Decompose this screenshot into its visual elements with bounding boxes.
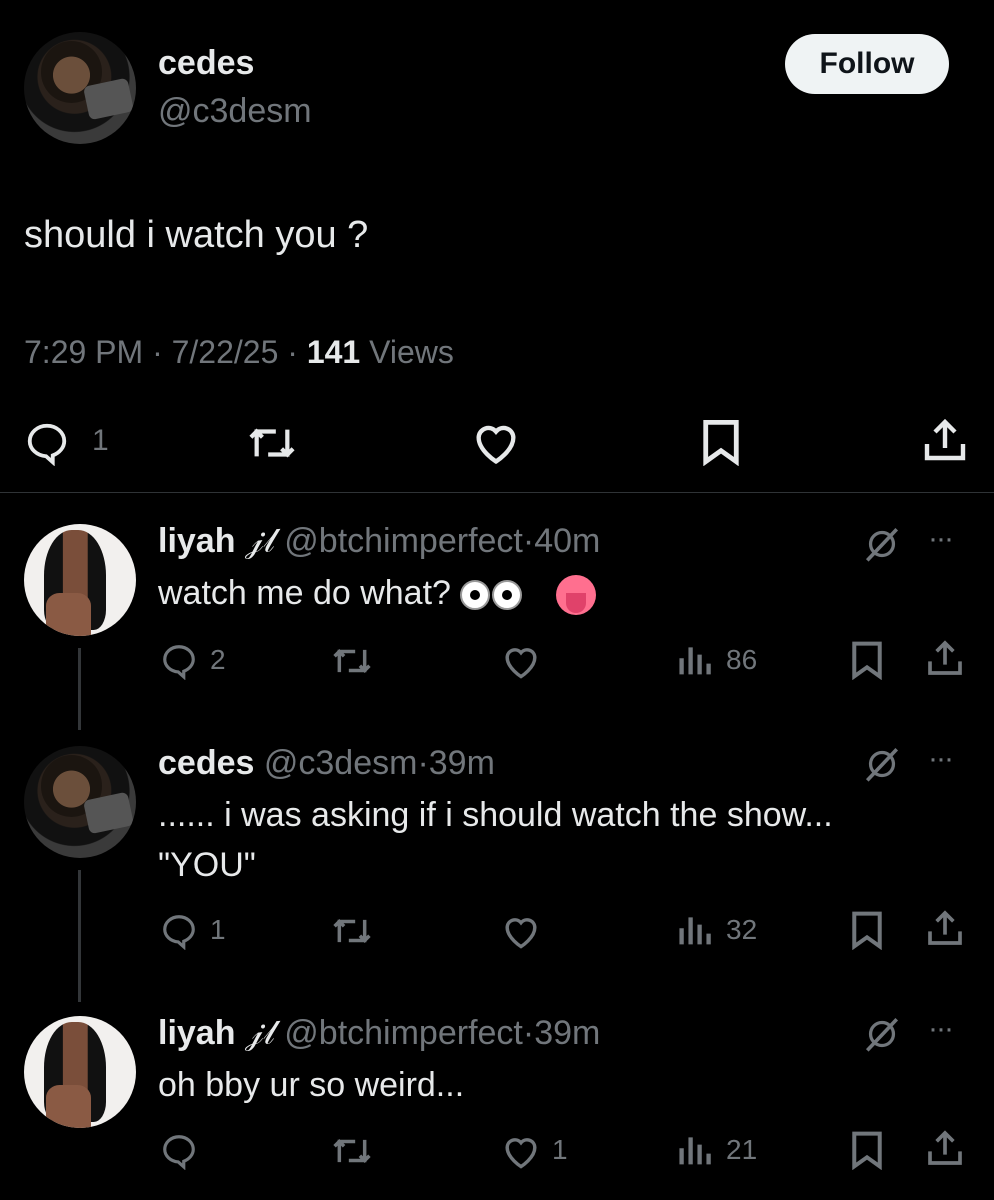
share-icon[interactable] xyxy=(926,1128,964,1168)
thread-line xyxy=(78,648,81,730)
thread-line xyxy=(78,870,81,1002)
reply-count: 1 xyxy=(92,424,109,457)
author-handle[interactable]: @c3desm xyxy=(158,92,312,131)
like-icon[interactable] xyxy=(500,912,542,950)
retweet-icon[interactable] xyxy=(328,642,376,680)
retweet-icon[interactable] xyxy=(244,420,300,466)
views-count[interactable]: 141 xyxy=(307,334,360,370)
reply-time[interactable]: 40m xyxy=(534,522,600,560)
views-icon[interactable] xyxy=(678,1132,714,1168)
reply-count: 1 xyxy=(210,914,226,945)
share-icon[interactable] xyxy=(922,416,968,464)
retweet-icon[interactable] xyxy=(328,912,376,950)
reply-header: cedes @c3desm·39m xyxy=(158,744,495,783)
meta-separator: · xyxy=(522,522,535,560)
more-options-icon[interactable]: ··· xyxy=(928,1012,954,1046)
tongue-emoji-icon xyxy=(555,575,596,616)
bookmark-icon[interactable] xyxy=(850,1130,884,1170)
grok-icon[interactable] xyxy=(862,1016,902,1052)
reply-handle[interactable]: @btchimperfect xyxy=(284,522,523,560)
reply-avatar[interactable] xyxy=(24,746,136,858)
eyes-emoji-icon xyxy=(460,580,491,611)
author-name[interactable]: cedes xyxy=(158,44,254,83)
meta-separator: · xyxy=(522,1014,535,1052)
views-count: 86 xyxy=(726,644,758,675)
reply-handle[interactable]: @btchimperfect xyxy=(284,1014,523,1052)
reply-text-body: watch me do what? xyxy=(158,574,451,612)
meta-separator: · xyxy=(417,744,429,782)
tweet-time[interactable]: 7:29 PM xyxy=(24,334,143,370)
eyes-emoji-icon xyxy=(492,580,523,611)
tweet-text: should i watch you ? xyxy=(24,214,369,256)
divider xyxy=(0,492,994,493)
reply-text: watch me do what? xyxy=(158,574,596,616)
bookmark-icon[interactable] xyxy=(850,640,884,680)
like-count: 1 xyxy=(552,1134,568,1165)
share-icon[interactable] xyxy=(926,908,964,948)
name-glyph: 𝒿𝓁 xyxy=(244,522,275,560)
reply-icon[interactable] xyxy=(24,420,70,466)
reply-header: liyah 𝒿𝓁 @btchimperfect·40m xyxy=(158,522,600,561)
reply-avatar[interactable] xyxy=(24,524,136,636)
name-glyph: 𝒿𝓁 xyxy=(244,1014,275,1052)
reply-handle[interactable]: @c3desm xyxy=(264,744,418,782)
reply-count: 2 xyxy=(210,644,226,675)
reply-author-name[interactable]: liyah xyxy=(158,1014,235,1052)
grok-icon[interactable] xyxy=(862,526,902,562)
more-options-icon[interactable]: ··· xyxy=(928,742,954,776)
reply-icon[interactable] xyxy=(160,912,198,950)
reply-text-line2: "YOU" xyxy=(158,846,256,884)
bookmark-icon[interactable] xyxy=(700,418,742,466)
reply-time[interactable]: 39m xyxy=(429,744,495,782)
views-label: Views xyxy=(369,334,454,370)
reply-text-line1: ...... i was asking if i should watch th… xyxy=(158,796,833,834)
retweet-icon[interactable] xyxy=(328,1132,376,1170)
bookmark-icon[interactable] xyxy=(850,910,884,950)
reply-time[interactable]: 39m xyxy=(534,1014,600,1052)
reply-author-name[interactable]: cedes xyxy=(158,744,254,782)
reply-icon[interactable] xyxy=(160,642,198,680)
like-icon[interactable] xyxy=(500,1132,542,1170)
grok-icon[interactable] xyxy=(862,746,902,782)
meta-separator: · xyxy=(287,334,298,370)
like-icon[interactable] xyxy=(500,642,542,680)
views-count: 32 xyxy=(726,914,758,945)
tweet-meta: 7:29 PM · 7/22/25 · 141 Views xyxy=(24,334,454,371)
reply-author-name[interactable]: liyah xyxy=(158,522,235,560)
reply-text: oh bby ur so weird... xyxy=(158,1066,465,1104)
meta-separator: · xyxy=(152,334,163,370)
reply-icon[interactable] xyxy=(160,1132,198,1170)
share-icon[interactable] xyxy=(926,638,964,678)
reply-header: liyah 𝒿𝓁 @btchimperfect·39m xyxy=(158,1014,600,1053)
follow-button[interactable]: Follow xyxy=(785,34,949,94)
tweet-date[interactable]: 7/22/25 xyxy=(172,334,279,370)
views-icon[interactable] xyxy=(678,912,714,948)
more-options-icon[interactable]: ··· xyxy=(928,522,954,556)
views-icon[interactable] xyxy=(678,642,714,678)
reply-avatar[interactable] xyxy=(24,1016,136,1128)
views-count: 21 xyxy=(726,1134,758,1165)
like-icon[interactable] xyxy=(470,418,522,466)
author-avatar[interactable] xyxy=(24,32,136,144)
